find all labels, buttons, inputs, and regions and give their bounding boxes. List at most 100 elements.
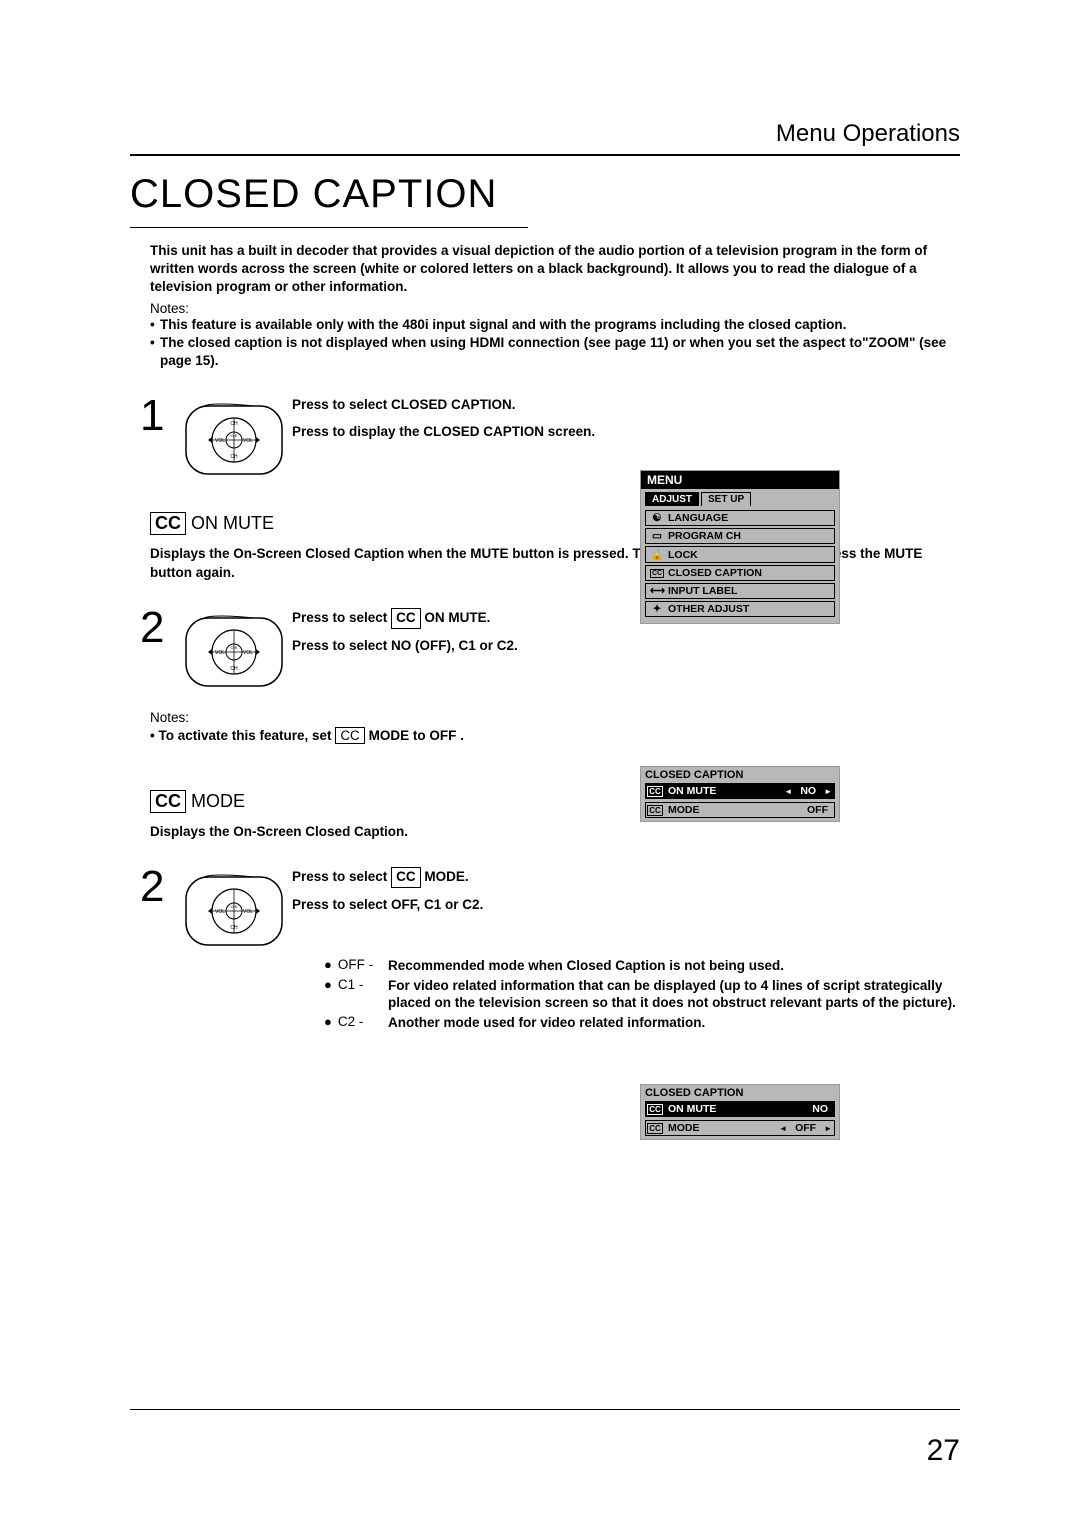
menu-item-label: PROGRAM CH xyxy=(668,530,741,542)
svg-text:VOL: VOL xyxy=(215,438,225,444)
intro-note-2: The closed caption is not displayed when… xyxy=(160,334,960,370)
menu-item-closed-caption[interactable]: CC CLOSED CAPTION xyxy=(645,565,835,581)
cc-row-value: NO xyxy=(806,1102,834,1116)
osd-cc-panel-2: CLOSED CAPTION CC ON MUTE NO CC MODE ◄ O… xyxy=(640,1084,840,1140)
cc-box-label: CC xyxy=(391,867,421,888)
triangle-right-icon: ► xyxy=(822,1124,834,1133)
cc-icon: CC xyxy=(647,1123,663,1134)
def-label: C1 xyxy=(338,977,355,992)
cc-row-label: MODE xyxy=(664,803,801,817)
svg-text:VOL: VOL xyxy=(243,438,253,444)
step-2-mode: 2 CH VOL VOL O K Press to select CC MODE… xyxy=(130,865,960,951)
notes-label: Notes: xyxy=(150,301,960,316)
triangle-right-icon: ► xyxy=(822,787,834,796)
breadcrumb-header: Menu Operations xyxy=(130,120,960,148)
triangle-left-icon: ◄ xyxy=(777,1124,789,1133)
cc-icon: CC xyxy=(647,1104,663,1115)
divider-top xyxy=(130,154,960,156)
menu-item-program-ch[interactable]: ▭ PROGRAM CH xyxy=(645,528,835,544)
svg-text:CH: CH xyxy=(230,925,238,931)
cc-icon: CC xyxy=(650,569,664,578)
triangle-left-icon: ◄ xyxy=(782,787,794,796)
menu-item-label: OTHER ADJUST xyxy=(668,603,749,615)
remote-dpad-icon: CH CH VOL VOL O K xyxy=(184,400,284,480)
menu-item-language[interactable]: ☯ LANGUAGE xyxy=(645,510,835,526)
step2m-line1: Press to select CC MODE. xyxy=(292,867,960,888)
svg-text:O K: O K xyxy=(231,904,238,909)
program-icon: ▭ xyxy=(650,530,664,542)
tab-setup[interactable]: SET UP xyxy=(701,492,751,506)
divider-bottom xyxy=(130,1409,960,1410)
def-label: C2 xyxy=(338,1014,355,1029)
text: Press to select xyxy=(292,869,387,884)
menu-item-label: LOCK xyxy=(668,549,698,561)
cc-box-label: CC xyxy=(335,727,365,744)
intro-text: This unit has a built in decoder that pr… xyxy=(150,242,960,297)
svg-text:O K: O K xyxy=(231,433,238,438)
intro-notes: •This feature is available only with the… xyxy=(150,316,960,371)
input-icon: ⟷ xyxy=(650,585,664,597)
step-number: 2 xyxy=(140,606,184,650)
remote-dpad-icon: CH VOL VOL O K xyxy=(184,612,284,692)
menu-item-label: CLOSED CAPTION xyxy=(668,567,762,579)
cc-box-label: CC xyxy=(391,608,421,629)
page-title: CLOSED CAPTION xyxy=(130,172,960,217)
menu-item-other-adjust[interactable]: ✦ OTHER ADJUST xyxy=(645,601,835,617)
cc-row-value: OFF xyxy=(789,1121,822,1135)
cc-row-on-mute[interactable]: CC ON MUTE NO xyxy=(645,1101,835,1117)
def-label: OFF xyxy=(338,957,365,972)
step-number: 2 xyxy=(140,865,184,909)
text: MODE. xyxy=(424,869,468,884)
svg-text:VOL: VOL xyxy=(215,909,225,915)
tab-adjust[interactable]: ADJUST xyxy=(645,492,699,506)
notes-label: Notes: xyxy=(150,710,960,725)
divider-subtitle xyxy=(130,227,528,228)
cc-icon: CC xyxy=(647,805,663,816)
def-text: Recommended mode when Closed Caption is … xyxy=(388,957,960,975)
text: Press to select xyxy=(292,610,387,625)
menu-item-label: INPUT LABEL xyxy=(668,585,737,597)
svg-text:CH: CH xyxy=(230,421,238,427)
heading-text: ON MUTE xyxy=(186,513,274,533)
adjust-icon: ✦ xyxy=(650,603,664,615)
cc-row-value: OFF xyxy=(801,803,834,817)
menu-title: MENU xyxy=(641,471,839,489)
osd-menu-panel: MENU ADJUST SET UP ☯ LANGUAGE ▭ PROGRAM CH… xyxy=(640,470,840,624)
def-text: Another mode used for video related info… xyxy=(388,1014,960,1032)
svg-text:VOL: VOL xyxy=(243,909,253,915)
cc-row-mode[interactable]: CC MODE ◄ OFF ► xyxy=(645,1120,835,1136)
cc-row-label: ON MUTE xyxy=(664,784,782,798)
heading-text: MODE xyxy=(186,791,245,811)
cc-row-mode[interactable]: CC MODE OFF xyxy=(645,802,835,818)
intro-note-1: This feature is available only with the … xyxy=(160,316,960,334)
svg-text:CH: CH xyxy=(230,666,238,672)
globe-icon: ☯ xyxy=(650,512,664,524)
cc-row-label: ON MUTE xyxy=(664,1102,806,1116)
cc-panel-title: CLOSED CAPTION xyxy=(641,1085,839,1101)
svg-text:VOL: VOL xyxy=(215,650,225,656)
step-1: 1 CH CH VOL VOL O K Press to select CLOS… xyxy=(130,394,960,480)
cc-row-on-mute[interactable]: CC ON MUTE ◄ NO ► xyxy=(645,783,835,799)
svg-text:CH: CH xyxy=(230,454,238,460)
remote-dpad-icon: CH VOL VOL O K xyxy=(184,871,284,951)
sub-note: • To activate this feature, set CC MODE … xyxy=(150,727,960,744)
step2m-line2: Press to select OFF, C1 or C2. xyxy=(292,896,960,915)
page-number: 27 xyxy=(927,1434,960,1468)
osd-cc-panel-1: CLOSED CAPTION CC ON MUTE ◄ NO ► CC MODE… xyxy=(640,766,840,822)
def-text: For video related information that can b… xyxy=(388,977,960,1012)
svg-text:O K: O K xyxy=(231,645,238,650)
step1-line2: Press to display the CLOSED CAPTION scre… xyxy=(292,423,960,442)
text: ON MUTE. xyxy=(424,610,490,625)
menu-item-lock[interactable]: 🔒LOCK xyxy=(645,546,835,563)
cc-row-label: MODE xyxy=(664,1121,777,1135)
mode-definitions: ●OFF - Recommended mode when Closed Capt… xyxy=(324,957,960,1031)
step-number: 1 xyxy=(140,394,184,438)
text: • To activate this feature, set xyxy=(150,728,332,743)
menu-item-label: LANGUAGE xyxy=(668,512,728,524)
cc-box-label: CC xyxy=(150,512,186,535)
cc-icon: CC xyxy=(647,786,663,797)
step2-line1: Press to select CC ON MUTE. xyxy=(292,608,960,629)
cc-row-value: NO xyxy=(794,784,822,798)
step2-line2: Press to select NO (OFF), C1 or C2. xyxy=(292,637,960,656)
menu-item-input-label[interactable]: ⟷ INPUT LABEL xyxy=(645,583,835,599)
